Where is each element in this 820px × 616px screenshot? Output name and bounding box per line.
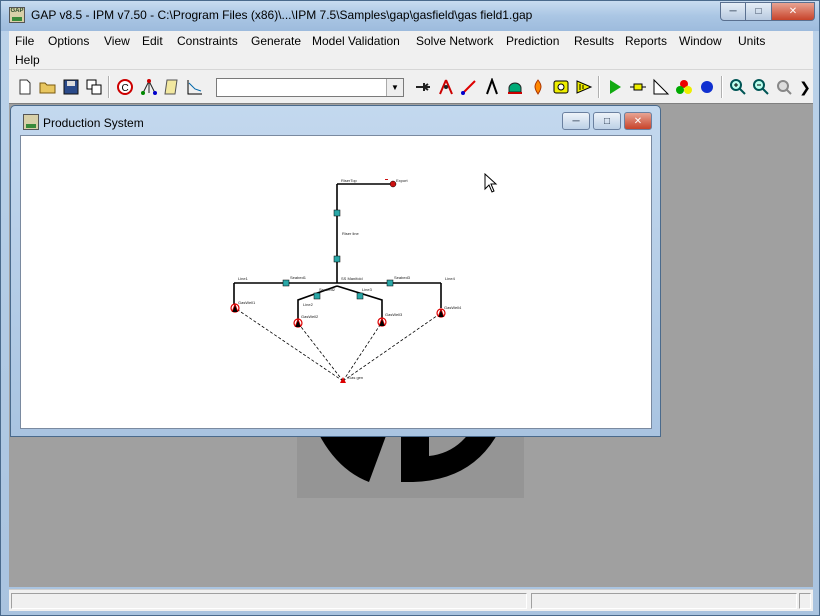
maximize-button[interactable]: □ [746, 2, 772, 21]
well-icon[interactable] [551, 77, 571, 97]
copy-windows-icon[interactable] [84, 77, 104, 97]
label-manifold: SS Manifold [341, 276, 363, 281]
status-bar [9, 589, 813, 611]
graph-icon[interactable] [185, 77, 205, 97]
menu-generate[interactable]: Generate [251, 32, 301, 50]
label-well2: GasWell2 [301, 314, 319, 319]
minimize-button[interactable]: ─ [720, 2, 746, 21]
titlebar[interactable]: GAP GAP v8.5 - IPM v7.50 - C:\Program Fi… [1, 1, 819, 31]
equipment-icon[interactable] [413, 77, 433, 97]
window-title: GAP v8.5 - IPM v7.50 - C:\Program Files … [31, 8, 533, 22]
node-icon[interactable] [628, 77, 648, 97]
toolbar: C ▼ ❯ [9, 69, 813, 103]
menu-model-validation[interactable]: Model Validation [312, 32, 400, 50]
flame-icon[interactable] [528, 77, 548, 97]
separator-icon[interactable] [482, 77, 502, 97]
menu-view[interactable]: View [104, 32, 130, 50]
pipe-icon[interactable] [436, 77, 456, 97]
child-close-button[interactable]: ✕ [624, 112, 652, 130]
label-line3: Line3 [362, 287, 373, 292]
gap-app-icon[interactable]: GAP [9, 7, 25, 23]
close-icon: ✕ [633, 115, 643, 127]
menu-reports[interactable]: Reports [625, 32, 667, 50]
label-line4: Line4 [445, 276, 456, 281]
tank-icon[interactable] [505, 77, 525, 97]
child-minimize-button[interactable]: ─ [562, 112, 590, 130]
label-seabed2: Seabed2 [319, 287, 336, 292]
line-icon[interactable] [459, 77, 479, 97]
run-icon[interactable] [605, 77, 625, 97]
colors-icon[interactable] [674, 77, 694, 97]
ramp-icon[interactable] [651, 77, 671, 97]
chevron-down-icon[interactable]: ▼ [386, 79, 403, 96]
label-well3: GasWell3 [385, 312, 403, 317]
minimize-icon: ─ [572, 115, 580, 127]
gap-app-icon[interactable] [23, 114, 39, 130]
menu-edit[interactable]: Edit [142, 32, 163, 50]
menu-solve-network[interactable]: Solve Network [416, 32, 493, 50]
status-pane-info [531, 593, 797, 609]
menu-window[interactable]: Window [679, 32, 722, 50]
mouse-cursor-icon [484, 173, 498, 193]
network-canvas[interactable]: RiserTop Export Riser line SS Manifold L… [20, 135, 652, 429]
svg-text:C: C [122, 83, 129, 94]
label-line1: Line1 [238, 276, 249, 281]
main-window: GAP GAP v8.5 - IPM v7.50 - C:\Program Fi… [0, 0, 820, 616]
save-icon[interactable] [61, 77, 81, 97]
child-window-title: Production System [43, 116, 144, 130]
menu-constraints[interactable]: Constraints [177, 32, 238, 50]
dashed-links [234, 307, 442, 382]
label-well1: GasWell1 [238, 300, 256, 305]
label-source: Gas gen [348, 375, 363, 380]
well-ticks [231, 302, 445, 328]
joint-icon[interactable] [574, 77, 594, 97]
more-icon[interactable]: ❯ [795, 77, 815, 97]
zoom-in-icon[interactable] [728, 77, 748, 97]
copyright-icon[interactable]: C [115, 77, 135, 97]
open-folder-icon[interactable] [38, 77, 58, 97]
menu-results[interactable]: Results [574, 32, 614, 50]
script-icon[interactable] [162, 77, 182, 97]
maximize-icon: □ [755, 6, 762, 17]
label-line2: Line2 [303, 302, 314, 307]
close-button[interactable]: ✕ [772, 2, 815, 21]
menu-options[interactable]: Options [48, 32, 89, 50]
label-seabed3: Seabed3 [394, 275, 411, 280]
child-maximize-button[interactable]: □ [593, 112, 621, 130]
menu-help[interactable]: Help [15, 51, 40, 69]
minimize-icon: ─ [729, 6, 737, 17]
label-well4: GasWell4 [444, 305, 462, 310]
well-nodes[interactable] [230, 303, 446, 328]
zoom-fit-icon[interactable] [774, 77, 794, 97]
resize-grip[interactable] [799, 593, 811, 609]
sink-node[interactable] [385, 179, 397, 188]
blue-dot-icon[interactable] [697, 77, 717, 97]
menu-bar: File Options View Edit Constraints Gener… [9, 31, 813, 69]
network-tree-icon[interactable] [139, 77, 159, 97]
label-riser: Riser line [342, 231, 359, 236]
menu-file[interactable]: File [15, 32, 34, 50]
label-seabed1: Seabed1 [290, 275, 307, 280]
close-icon: ✕ [788, 6, 798, 17]
menu-prediction[interactable]: Prediction [506, 32, 559, 50]
toolbar-combo[interactable]: ▼ [216, 78, 404, 97]
label-top-pipe: RiserTop [341, 178, 358, 183]
zoom-out-icon[interactable] [751, 77, 771, 97]
maximize-icon: □ [603, 115, 611, 127]
menu-units[interactable]: Units [738, 32, 765, 50]
status-pane-main [11, 593, 527, 609]
pipes [233, 183, 442, 320]
label-sink: Export [396, 178, 408, 183]
production-system-window[interactable]: Production System ─ □ ✕ RiserTop Export … [10, 105, 661, 437]
new-file-icon[interactable] [15, 77, 35, 97]
